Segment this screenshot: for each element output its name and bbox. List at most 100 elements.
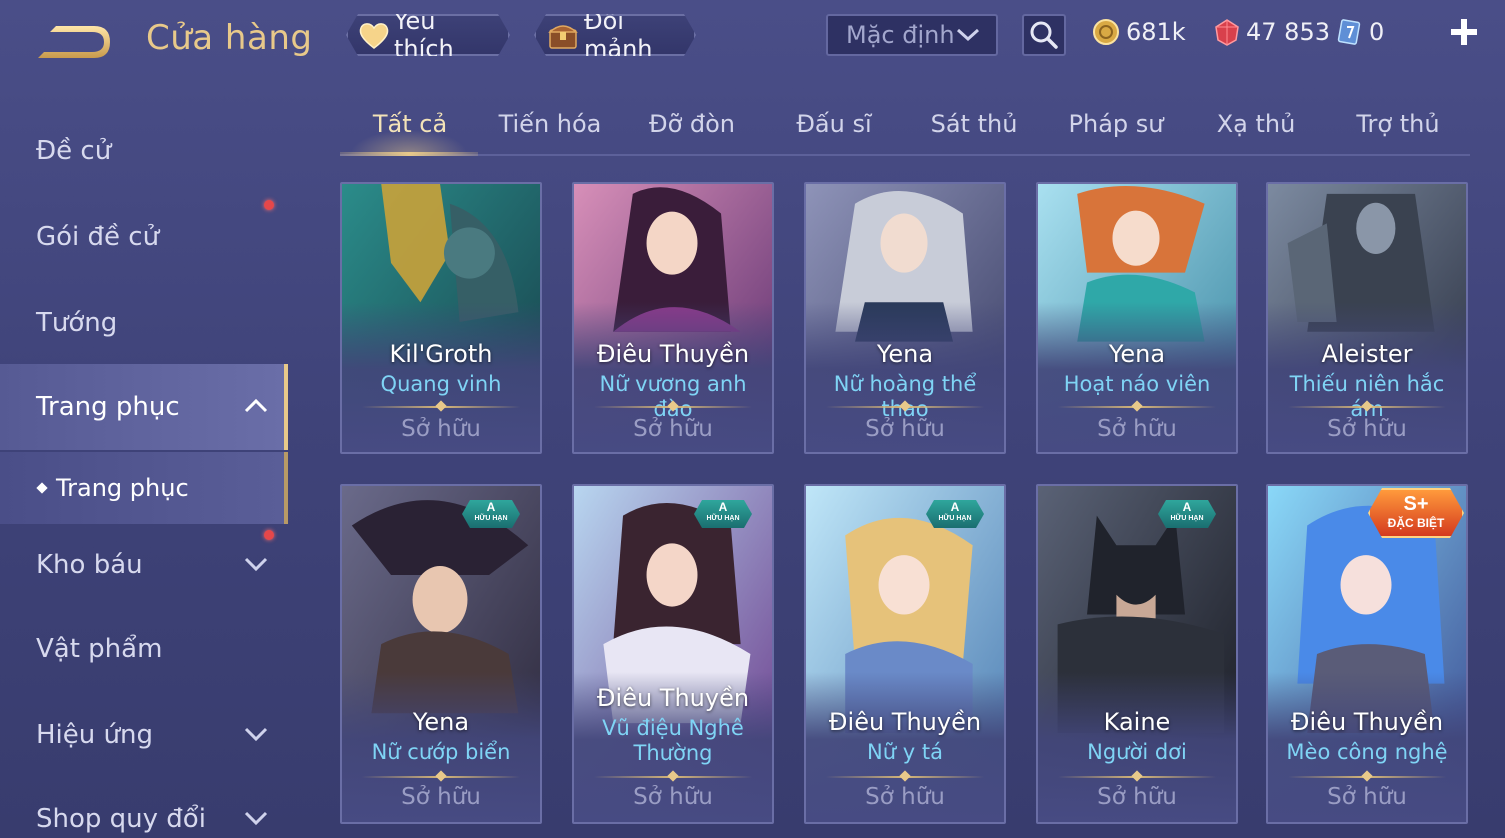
hero-name: Điêu Thuyền: [1290, 708, 1444, 736]
sort-dropdown[interactable]: Mặc định: [826, 14, 998, 56]
hero-name: Điêu Thuyền: [828, 708, 982, 736]
ownership-status: Sở hữu: [1327, 416, 1407, 442]
add-currency-button[interactable]: [1448, 16, 1480, 48]
sidebar-item-label: Gói đề cử: [36, 222, 160, 252]
limited-badge: A HỮU HẠN: [1158, 500, 1216, 528]
sidebar-item-bundles[interactable]: Gói đề cử: [0, 194, 288, 280]
badge-rank: A: [950, 500, 960, 514]
shard-exchange-label: Đổi mảnh: [584, 7, 653, 63]
page-title: Cửa hàng: [146, 18, 313, 58]
card-amount: 0: [1369, 18, 1385, 46]
sidebar-item-items[interactable]: Vật phẩm: [0, 606, 288, 692]
tab-fighter[interactable]: Đấu sĩ: [764, 110, 904, 138]
card-divider: [362, 770, 520, 782]
sidebar-subitem-skins[interactable]: Trang phục: [0, 452, 288, 524]
special-badge: S+ ĐẶC BIỆT: [1368, 488, 1464, 538]
sidebar-item-exchange-shop[interactable]: Shop quy đổi: [0, 776, 288, 838]
skin-card[interactable]: Điêu Thuyền Nữ vương anh đào Sở hữu: [572, 182, 774, 454]
skin-name: Thiếu niên hắc ám: [1289, 372, 1445, 421]
tab-evolution[interactable]: Tiến hóa: [480, 110, 620, 138]
card-divider: [1288, 400, 1446, 412]
badge-rank: A: [486, 500, 496, 514]
hero-name: Yena: [876, 340, 934, 368]
badge-rank: S+: [1403, 493, 1429, 515]
favorite-button[interactable]: Yêu thích: [346, 14, 510, 56]
ownership-status: Sở hữu: [401, 784, 481, 810]
skin-card[interactable]: Yena Nữ hoàng thể thao Sở hữu: [804, 182, 1006, 454]
skin-name: Quang vinh: [380, 372, 502, 396]
shard-exchange-button[interactable]: Đổi mảnh: [534, 14, 696, 56]
badge-rank: A: [718, 500, 728, 514]
sidebar-item-label: Tướng: [36, 308, 118, 338]
hero-name: Yena: [1108, 340, 1166, 368]
skin-name: Vũ điệu Nghê Thường: [602, 716, 744, 765]
ownership-status: Sở hữu: [1097, 784, 1177, 810]
sort-value: Mặc định: [846, 21, 955, 49]
chevron-down-icon: [244, 727, 268, 742]
card-divider: [826, 400, 984, 412]
tab-mage[interactable]: Pháp sư: [1046, 110, 1186, 138]
sidebar-item-heroes[interactable]: Tướng: [0, 280, 288, 366]
skin-card[interactable]: A HỮU HẠN Yena Nữ cướp biển Sở hữu: [340, 484, 542, 824]
gold-amount: 681k: [1126, 18, 1186, 46]
sidebar-item-label: Trang phục: [36, 392, 180, 422]
card-voucher-icon: [1337, 19, 1361, 45]
card-divider: [1058, 400, 1216, 412]
card-divider: [362, 400, 520, 412]
sidebar-item-featured[interactable]: Đề cử: [0, 108, 288, 194]
ownership-status: Sở hữu: [633, 416, 713, 442]
sidebar-item-skins[interactable]: Trang phục: [0, 364, 288, 450]
ruby-currency: 47 853: [1214, 16, 1330, 48]
card-divider: [594, 770, 752, 782]
skin-card[interactable]: Kil'Groth Quang vinh Sở hữu: [340, 182, 542, 454]
search-icon: [1030, 21, 1058, 49]
tab-tank[interactable]: Đỡ đòn: [622, 110, 762, 138]
tab-support[interactable]: Trợ thủ: [1328, 110, 1468, 138]
ownership-status: Sở hữu: [865, 784, 945, 810]
badge-rank: A: [1182, 500, 1192, 514]
back-arrow-icon: [38, 26, 110, 58]
ownership-status: Sở hữu: [1327, 784, 1407, 810]
skin-card[interactable]: S+ ĐẶC BIỆT Điêu Thuyền Mèo công nghệ Sở …: [1266, 484, 1468, 824]
badge-text: HỮU HẠN: [1170, 515, 1204, 522]
skin-card[interactable]: Yena Hoạt náo viên Sở hữu: [1036, 182, 1238, 454]
ruby-gem-icon: [1215, 19, 1239, 46]
badge-text: ĐẶC BIỆT: [1387, 516, 1445, 530]
treasure-chest-icon: [546, 18, 580, 52]
sidebar-item-effects[interactable]: Hiệu ứng: [0, 692, 288, 778]
back-button[interactable]: [34, 20, 114, 62]
ownership-status: Sở hữu: [633, 784, 713, 810]
skin-card[interactable]: A HỮU HẠN Điêu Thuyền Vũ điệu Nghê Thường…: [572, 484, 774, 824]
gold-coin-icon: [1093, 19, 1119, 45]
ownership-status: Sở hữu: [865, 416, 945, 442]
skin-card[interactable]: A HỮU HẠN Điêu Thuyền Nữ y tá Sở hữu: [804, 484, 1006, 824]
skin-name: Người dơi: [1087, 740, 1187, 764]
limited-badge: A HỮU HẠN: [926, 500, 984, 528]
notification-dot: [264, 530, 274, 540]
skin-name: Nữ y tá: [867, 740, 943, 764]
card-currency: 0: [1337, 16, 1384, 48]
sidebar: Đề cử Gói đề cử Tướng Trang phục Trang p…: [0, 100, 288, 838]
limited-badge: A HỮU HẠN: [462, 500, 520, 528]
tab-assassin[interactable]: Sát thủ: [904, 110, 1044, 138]
sidebar-item-label: Kho báu: [36, 550, 143, 580]
sidebar-item-label: Hiệu ứng: [36, 720, 153, 750]
badge-text: HỮU HẠN: [706, 515, 740, 522]
chevron-down-icon: [244, 811, 268, 826]
search-button[interactable]: [1022, 14, 1066, 56]
tab-all[interactable]: Tất cả: [340, 110, 480, 138]
tab-marksman[interactable]: Xạ thủ: [1186, 110, 1326, 138]
sidebar-item-label: Đề cử: [36, 136, 112, 166]
chevron-down-icon: [244, 557, 268, 572]
limited-badge: A HỮU HẠN: [694, 500, 752, 528]
ruby-amount: 47 853: [1246, 18, 1330, 46]
sidebar-item-label: Shop quy đổi: [36, 804, 206, 834]
sidebar-item-treasure[interactable]: Kho báu: [0, 522, 288, 608]
plus-icon: [1451, 19, 1477, 45]
skin-card[interactable]: Aleister Thiếu niên hắc ám Sở hữu: [1266, 182, 1468, 454]
hero-name: Kaine: [1103, 708, 1171, 736]
skin-card[interactable]: A HỮU HẠN Kaine Người dơi Sở hữu: [1036, 484, 1238, 824]
badge-text: HỮU HẠN: [938, 515, 972, 522]
sidebar-item-label: Vật phẩm: [36, 634, 163, 664]
ownership-status: Sở hữu: [1097, 416, 1177, 442]
